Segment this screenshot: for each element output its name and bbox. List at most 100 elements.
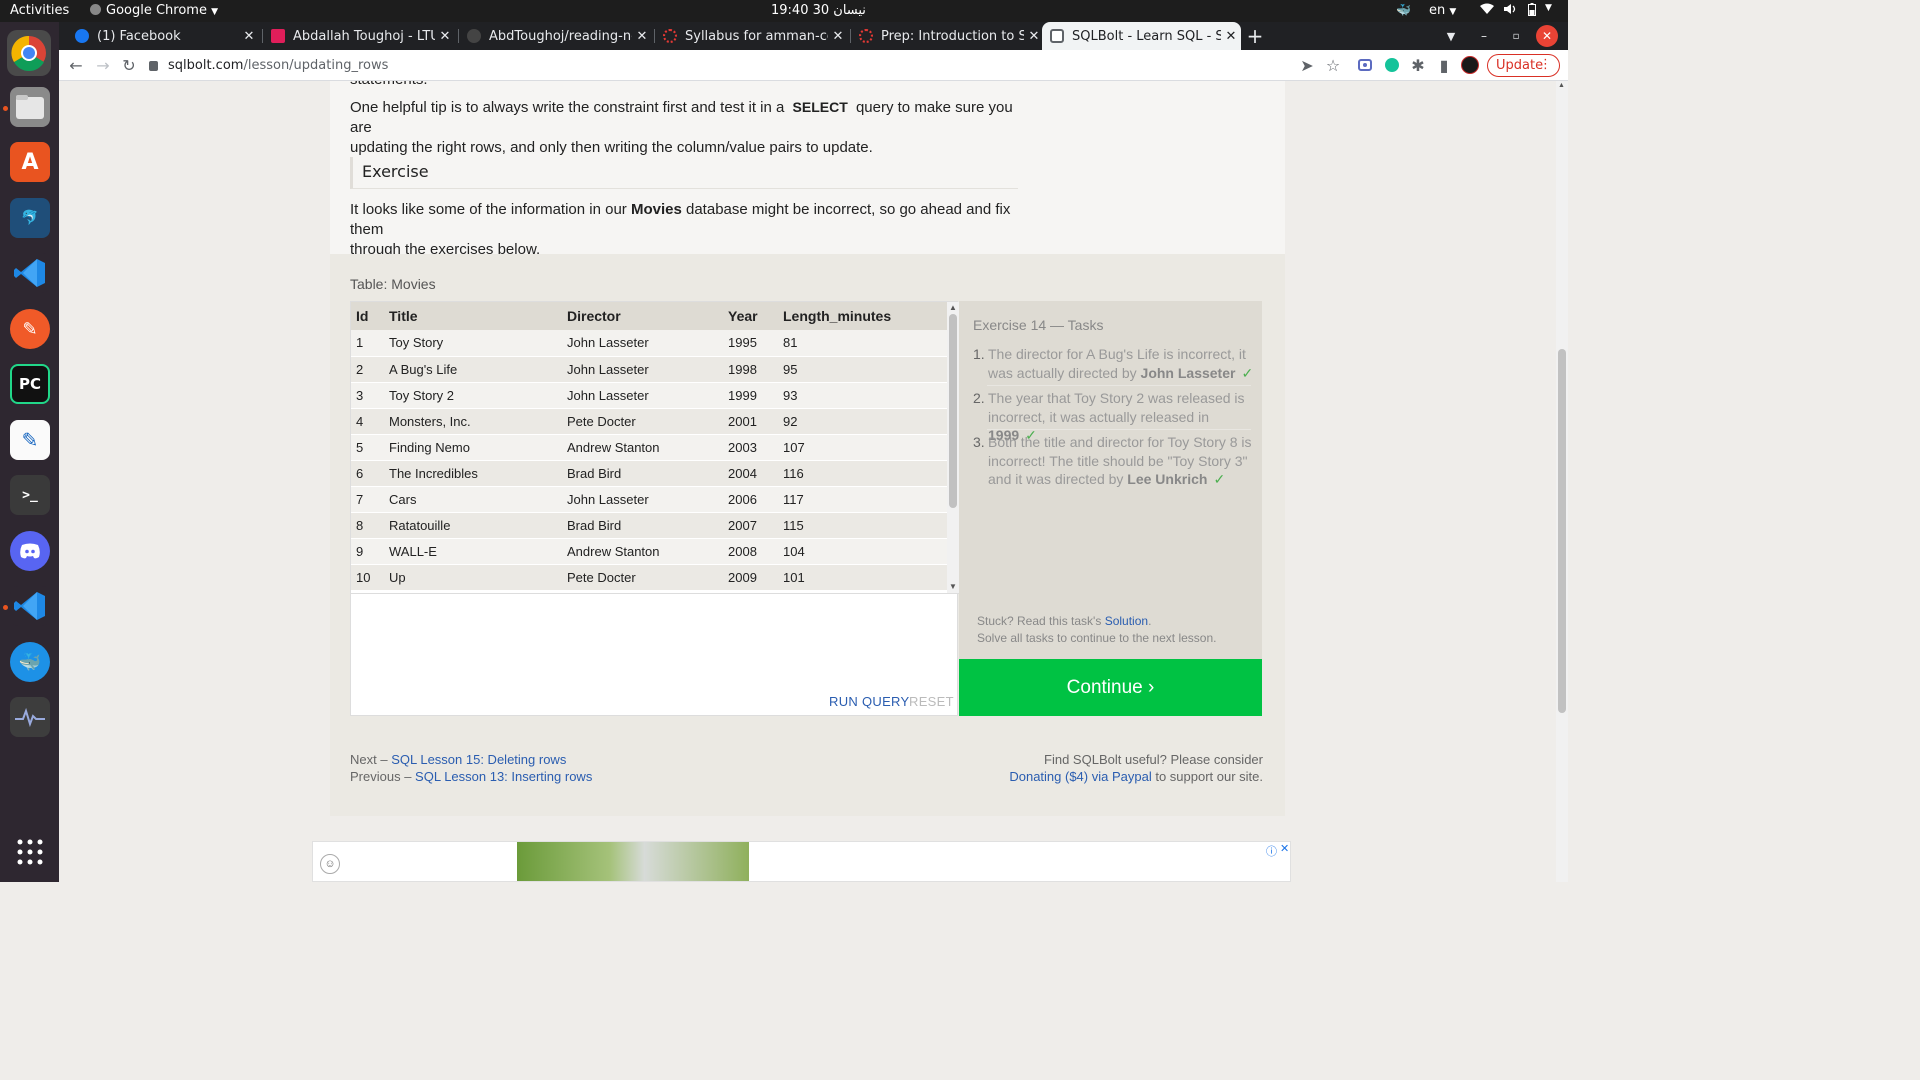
- language-label: en: [1429, 3, 1446, 18]
- language-indicator[interactable]: en ▼: [1429, 3, 1456, 18]
- table-cell: 81: [778, 330, 947, 357]
- reload-icon[interactable]: ↻: [118, 54, 140, 76]
- ad-image[interactable]: [517, 842, 749, 881]
- pycharm-dock-icon[interactable]: PC: [10, 364, 50, 404]
- scroll-down-arrow-icon[interactable]: ▼: [949, 582, 957, 591]
- close-tab-icon[interactable]: ✕: [435, 29, 455, 44]
- next-lesson-link[interactable]: SQL Lesson 15: Deleting rows: [391, 752, 566, 767]
- vscode-second-dock-icon[interactable]: [10, 586, 50, 626]
- tasks-panel: Exercise 14 — Tasks 1. The director for …: [959, 301, 1262, 659]
- side-panel-icon[interactable]: ▮: [1433, 54, 1455, 76]
- table-row: 8 Ratatouille Brad Bird 2007 115: [351, 512, 947, 539]
- show-apps-grid-icon[interactable]: [10, 832, 50, 872]
- close-tab-icon[interactable]: ✕: [1024, 29, 1044, 44]
- close-tab-icon[interactable]: ✕: [828, 29, 848, 44]
- kebab-menu-icon: ⋮: [1539, 57, 1552, 72]
- ad-info-icon[interactable]: ⓘ: [1266, 843, 1277, 859]
- page-scroll-up-icon[interactable]: ▲: [1558, 82, 1565, 89]
- window-close-icon[interactable]: ✕: [1536, 25, 1558, 47]
- results-table-container[interactable]: Id Title Director Year Length_minutes 1T…: [351, 302, 959, 594]
- close-tab-icon[interactable]: ✕: [239, 29, 259, 44]
- check-icon: ✓: [1241, 364, 1254, 381]
- table-cell: 115: [778, 512, 947, 539]
- back-arrow-icon[interactable]: ←: [65, 54, 87, 76]
- sql-editor[interactable]: [351, 595, 957, 680]
- tab-sqlbolt[interactable]: SQLBolt - Learn SQL - SQL ✕: [1042, 22, 1241, 50]
- system-monitor-dock-icon[interactable]: [10, 697, 50, 737]
- tab-github[interactable]: AbdToughoj/reading-not ✕: [459, 22, 652, 50]
- tab-strip: (1) Facebook ✕ Abdallah Toughoj - LTUC ✕…: [59, 22, 1568, 50]
- column-header: Id: [351, 302, 384, 330]
- page-scrollbar[interactable]: ▲: [1556, 81, 1568, 882]
- activities-button[interactable]: Activities: [10, 3, 69, 18]
- table-header-row: Id Title Director Year Length_minutes: [351, 302, 947, 330]
- scroll-up-arrow-icon[interactable]: ▲: [949, 303, 957, 312]
- files-dock-icon[interactable]: [10, 87, 50, 127]
- system-menu-arrow-icon[interactable]: ▼: [1545, 3, 1552, 13]
- table-cell: Brad Bird: [562, 460, 723, 487]
- table-cell: 2001: [723, 408, 778, 435]
- donate-link[interactable]: Donating ($4) via Paypal: [1009, 769, 1151, 784]
- ad-close-icon[interactable]: ✕: [1280, 842, 1289, 855]
- table-cell: 10: [351, 564, 384, 591]
- tab-syllabus[interactable]: Syllabus for amman-code ✕: [655, 22, 848, 50]
- table-scroll-thumb[interactable]: [949, 314, 957, 508]
- address-bar[interactable]: sqlbolt.com/lesson/updating_rows: [149, 53, 1299, 78]
- app-menu[interactable]: Google Chrome ▼: [90, 3, 218, 18]
- ad-icon[interactable]: ☺: [320, 854, 340, 874]
- tab-search-chevron-icon[interactable]: ▼: [1440, 25, 1462, 47]
- update-button[interactable]: Update ⋮: [1487, 54, 1560, 77]
- url-host: sqlbolt.com: [168, 58, 244, 73]
- vscode-dock-icon[interactable]: [10, 253, 50, 293]
- previous-lesson-link[interactable]: SQL Lesson 13: Inserting rows: [415, 769, 592, 784]
- tab-prep-sql[interactable]: Prep: Introduction to SQL ✕: [851, 22, 1044, 50]
- text-editor-dock-icon[interactable]: ✎: [10, 420, 50, 460]
- volume-icon[interactable]: [1503, 3, 1517, 19]
- task-number: 3.: [973, 434, 985, 450]
- column-header: Length_minutes: [778, 302, 947, 330]
- tab-slack[interactable]: Abdallah Toughoj - LTUC ✕: [263, 22, 455, 50]
- close-tab-icon[interactable]: ✕: [632, 29, 652, 44]
- software-store-dock-icon[interactable]: A: [10, 142, 50, 182]
- chrome-dock-icon[interactable]: [7, 30, 51, 76]
- extensions-puzzle-icon[interactable]: ✱: [1407, 54, 1429, 76]
- forward-arrow-icon[interactable]: →: [92, 54, 114, 76]
- screencast-extension-icon[interactable]: [1354, 54, 1376, 76]
- select-keyword: SELECT: [792, 99, 848, 115]
- page-scroll-thumb[interactable]: [1558, 349, 1566, 713]
- battery-icon[interactable]: [1528, 3, 1536, 20]
- close-tab-icon[interactable]: ✕: [1221, 29, 1241, 44]
- table-scrollbar[interactable]: ▲ ▼: [947, 302, 959, 593]
- discord-dock-icon[interactable]: [10, 531, 50, 571]
- new-tab-plus-icon[interactable]: +: [1244, 24, 1266, 48]
- profile-avatar[interactable]: [1459, 54, 1481, 76]
- table-cell: 2008: [723, 538, 778, 565]
- table-cell: 2006: [723, 486, 778, 513]
- minimize-icon[interactable]: –: [1473, 25, 1495, 47]
- maximize-icon[interactable]: ▫: [1505, 25, 1527, 47]
- table-cell: 9: [351, 538, 384, 565]
- table-cell: 6: [351, 460, 384, 487]
- advertisement-banner[interactable]: ☺ ⓘ ✕: [312, 841, 1291, 882]
- continue-button[interactable]: Continue ›: [959, 659, 1262, 716]
- grammarly-extension-icon[interactable]: [1381, 54, 1403, 76]
- postman-dock-icon[interactable]: ✎: [10, 309, 50, 349]
- bookmark-star-icon[interactable]: ☆: [1322, 54, 1344, 76]
- reset-button[interactable]: RESET: [909, 694, 954, 709]
- dock: A 🐬 ✎ PC ✎ >_ 🐳: [0, 22, 59, 882]
- clock[interactable]: 19:40 30 نيسان: [771, 3, 866, 18]
- check-icon: ✓: [1213, 471, 1226, 487]
- send-tab-icon[interactable]: ➤: [1296, 54, 1318, 76]
- task-item: 3. Both the title and director for Toy S…: [973, 433, 1255, 489]
- mysql-workbench-dock-icon[interactable]: 🐬: [10, 198, 50, 238]
- docker-tray-icon[interactable]: 🐳: [1396, 3, 1411, 17]
- run-query-button[interactable]: RUN QUERY: [829, 694, 909, 709]
- solution-link[interactable]: Solution: [1105, 614, 1148, 628]
- table-cell: 2003: [723, 434, 778, 461]
- wifi-icon[interactable]: [1480, 3, 1494, 19]
- table-cell: John Lasseter: [562, 382, 723, 409]
- docker-dock-icon[interactable]: 🐳: [10, 642, 50, 682]
- app-name: Google Chrome: [106, 3, 207, 18]
- tab-facebook[interactable]: (1) Facebook ✕: [67, 22, 259, 50]
- terminal-dock-icon[interactable]: >_: [10, 475, 50, 515]
